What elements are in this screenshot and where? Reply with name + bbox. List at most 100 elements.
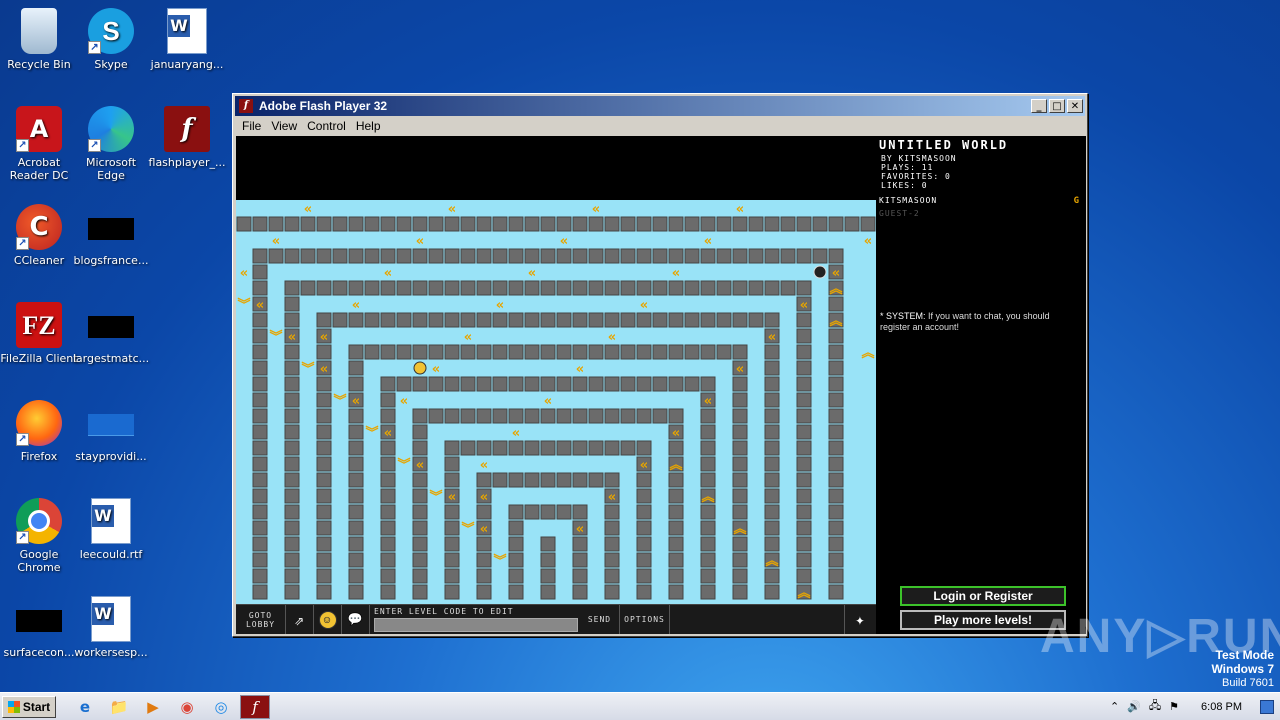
wall-block bbox=[556, 248, 572, 264]
start-button[interactable]: Start bbox=[2, 695, 56, 718]
boost-arrow-icon: « bbox=[256, 298, 264, 313]
wall-block bbox=[668, 504, 684, 520]
volume-icon[interactable]: 🔊 bbox=[1127, 700, 1141, 713]
flag-icon[interactable]: ⚑ bbox=[1169, 700, 1179, 713]
wall-block bbox=[492, 312, 508, 328]
star-icon[interactable]: ✦ bbox=[844, 604, 876, 634]
close-button[interactable]: ✕ bbox=[1067, 99, 1083, 113]
login-register-button[interactable]: Login or Register bbox=[900, 586, 1066, 606]
wall-block bbox=[796, 504, 812, 520]
tray-chevron-icon[interactable]: ⌃ bbox=[1110, 700, 1119, 713]
wall-block bbox=[316, 408, 332, 424]
player-row[interactable]: KITSMASOON G bbox=[879, 194, 1086, 207]
desktop-icon-flashplayer[interactable]: f flashplayer_... bbox=[148, 106, 226, 169]
wall-block bbox=[588, 440, 604, 456]
wall-block bbox=[572, 568, 588, 584]
desktop-icon-edge[interactable]: ↗ Microsoft Edge bbox=[72, 106, 150, 182]
wall-block bbox=[380, 456, 396, 472]
desktop-icon-stayprovidi[interactable]: stayprovidi... bbox=[72, 400, 150, 463]
desktop-icon-largestmatc[interactable]: largestmatc... bbox=[72, 302, 150, 365]
boost-arrow-icon: « bbox=[800, 298, 808, 313]
options-button[interactable]: OPTIONS bbox=[620, 604, 670, 634]
clock[interactable]: 6:08 PM bbox=[1201, 701, 1242, 713]
level-code-input[interactable] bbox=[374, 618, 578, 632]
menu-help[interactable]: Help bbox=[351, 119, 386, 133]
desktop-icon-blogsfrance[interactable]: blogsfrance... bbox=[72, 204, 150, 267]
wall-block bbox=[316, 488, 332, 504]
wall-block bbox=[316, 376, 332, 392]
desktop-icon-recycle-bin[interactable]: Recycle Bin bbox=[0, 8, 78, 71]
wall-block bbox=[284, 408, 300, 424]
desktop-icon-surfacecon[interactable]: surfacecon... bbox=[0, 596, 78, 659]
wall-block bbox=[636, 280, 652, 296]
wall-block bbox=[380, 344, 396, 360]
wall-block bbox=[780, 216, 796, 232]
network-icon[interactable]: 🖧 bbox=[1149, 697, 1161, 716]
desktop-icon-chrome[interactable]: ↗ Google Chrome bbox=[0, 498, 78, 574]
wall-block bbox=[764, 392, 780, 408]
wall-block bbox=[412, 344, 428, 360]
wall-block bbox=[396, 344, 412, 360]
desktop-icon-firefox[interactable]: ↗ Firefox bbox=[0, 400, 78, 463]
menu-view[interactable]: View bbox=[266, 119, 302, 133]
wall-block bbox=[300, 216, 316, 232]
wall-block bbox=[796, 376, 812, 392]
wall-block bbox=[764, 504, 780, 520]
wall-block bbox=[828, 568, 844, 584]
smiley-button[interactable]: ☺ bbox=[314, 604, 342, 634]
wall-block bbox=[796, 328, 812, 344]
file-icon bbox=[88, 218, 134, 240]
acrobat-icon: A ↗ bbox=[16, 106, 62, 152]
wall-block bbox=[588, 280, 604, 296]
minimize-button[interactable]: _ bbox=[1031, 99, 1047, 113]
wall-block bbox=[556, 376, 572, 392]
chat-bubble-icon[interactable]: 💬 bbox=[342, 604, 370, 634]
wall-block bbox=[620, 280, 636, 296]
taskbar-edge-icon[interactable]: ◎ bbox=[206, 695, 236, 719]
menu-control[interactable]: Control bbox=[302, 119, 351, 133]
window-titlebar[interactable]: f Adobe Flash Player 32 _ □ ✕ bbox=[235, 96, 1085, 116]
boost-arrow-icon: « bbox=[608, 490, 616, 505]
desktop-icon-januaryang[interactable]: januaryang... bbox=[148, 8, 226, 71]
desktop-icon-workersesp[interactable]: workersesp... bbox=[72, 596, 150, 659]
desktop-icon-acrobat[interactable]: A ↗ Acrobat Reader DC bbox=[0, 106, 78, 182]
boost-arrow-icon: « bbox=[608, 330, 616, 345]
game-canvas[interactable]: « « « « « « « « « « « « « « « « « « « « « « « « « « « « « « « « « « « « « « « «… bbox=[236, 136, 876, 634]
wall-block bbox=[556, 280, 572, 296]
taskbar: Start e 📁 ▶ ◉ ◎ f ⌃ 🔊 🖧 ⚑ 6:08 PM bbox=[0, 692, 1280, 720]
taskbar-ie-icon[interactable]: e bbox=[70, 695, 100, 719]
wall-block bbox=[252, 472, 268, 488]
maximize-button[interactable]: □ bbox=[1049, 99, 1065, 113]
wall-block bbox=[668, 488, 684, 504]
boost-arrow-icon: « bbox=[448, 202, 456, 217]
wall-block bbox=[492, 216, 508, 232]
wall-block bbox=[764, 280, 780, 296]
taskbar-media-player-icon[interactable]: ▶ bbox=[138, 695, 168, 719]
share-icon[interactable]: ⇗ bbox=[286, 604, 314, 634]
boost-arrow-icon: ︾ bbox=[461, 521, 474, 537]
taskbar-chrome-icon[interactable]: ◉ bbox=[172, 695, 202, 719]
world-title: UNTITLED WORLD bbox=[879, 138, 1009, 152]
wall-block bbox=[284, 216, 300, 232]
taskbar-flash-icon[interactable]: f bbox=[240, 694, 270, 719]
desktop-icon-skype[interactable]: S ↗ Skype bbox=[72, 8, 150, 71]
send-button[interactable]: SEND bbox=[580, 604, 620, 634]
wall-block bbox=[764, 408, 780, 424]
wall-block bbox=[540, 440, 556, 456]
goto-lobby-button[interactable]: GOTO LOBBY bbox=[236, 604, 286, 634]
player-row[interactable]: GUEST-2 bbox=[879, 207, 1086, 220]
wall-block bbox=[476, 216, 492, 232]
wall-block bbox=[460, 216, 476, 232]
taskbar-explorer-icon[interactable]: 📁 bbox=[104, 695, 134, 719]
wall-block bbox=[716, 312, 732, 328]
menu-file[interactable]: File bbox=[237, 119, 266, 133]
wall-block bbox=[636, 472, 652, 488]
wall-block bbox=[444, 312, 460, 328]
wall-block bbox=[252, 552, 268, 568]
show-desktop-button[interactable] bbox=[1260, 699, 1274, 714]
desktop-icon-filezilla[interactable]: FZ FileZilla Client bbox=[0, 302, 78, 365]
desktop-icon-leecould[interactable]: leecould.rtf bbox=[72, 498, 150, 561]
desktop-icon-ccleaner[interactable]: C ↗ CCleaner bbox=[0, 204, 78, 267]
wall-block bbox=[796, 536, 812, 552]
wall-block bbox=[284, 376, 300, 392]
